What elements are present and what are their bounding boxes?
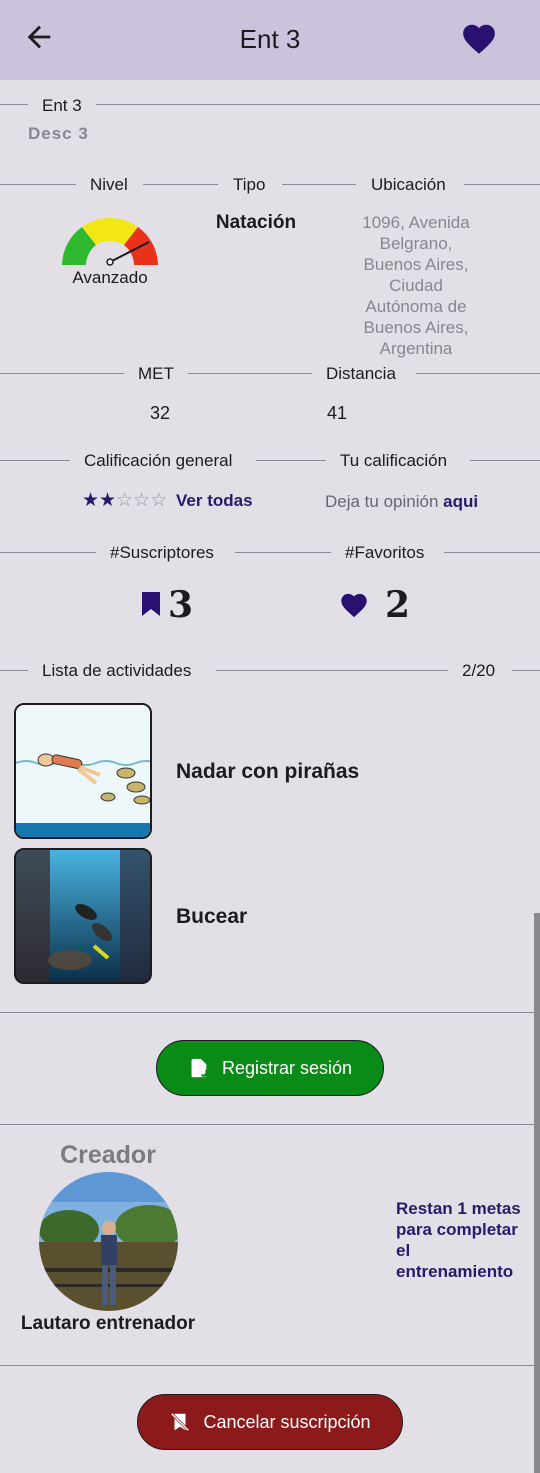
divider <box>143 184 218 185</box>
rating-stars: ★★☆☆☆ <box>82 489 167 512</box>
favoritos-label: #Favoritos <box>345 543 425 562</box>
activity-name[interactable]: Bucear <box>176 905 247 929</box>
level-gauge-icon <box>62 217 158 266</box>
ver-todas-link[interactable]: Ver todas <box>176 491 253 511</box>
divider <box>0 1365 540 1366</box>
distancia-value: 41 <box>327 403 348 423</box>
divider <box>464 184 540 185</box>
remaining-goals-text: Restan 1 metas para completar el entrena… <box>396 1199 521 1281</box>
suscriptores-count: 3 <box>168 584 194 626</box>
register-session-label: Registrar sesión <box>221 1057 353 1078</box>
tipo-value: Natación <box>215 212 297 233</box>
document-check-icon <box>191 1058 208 1078</box>
divider <box>0 373 124 374</box>
cancel-subscription-label: Cancelar suscripción <box>203 1411 371 1432</box>
nivel-label: Nivel <box>90 175 128 194</box>
calificacion-general-label: Calificación general <box>84 451 233 470</box>
divider <box>96 104 540 105</box>
avatar[interactable] <box>39 1172 178 1311</box>
distancia-label: Distancia <box>326 364 396 383</box>
swimmer-illustration-icon <box>16 705 150 837</box>
divider <box>216 670 448 671</box>
diver-photo-icon <box>16 850 150 982</box>
activities-count: 2/20 <box>462 661 496 680</box>
suscriptores-label: #Suscriptores <box>110 543 214 562</box>
divider <box>0 1012 540 1013</box>
tipo-label: Tipo <box>233 175 266 194</box>
activities-label: Lista de actividades <box>42 661 192 680</box>
divider <box>0 1124 540 1125</box>
activity-thumbnail[interactable] <box>14 703 152 839</box>
bookmark-icon <box>142 592 160 616</box>
your-rating-prompt: Deja tu opinión aqui <box>325 492 478 512</box>
divider <box>444 552 540 553</box>
star-filled-icon: ★ <box>99 490 117 511</box>
entrenamiento-name: Ent 3 <box>42 96 82 115</box>
creator-name: Lautaro entrenador <box>20 1313 196 1334</box>
star-empty-icon: ☆ <box>133 490 151 511</box>
heart-icon[interactable] <box>458 20 500 58</box>
star-empty-icon: ☆ <box>150 490 168 511</box>
your-rating-text: Deja tu opinión <box>325 492 439 511</box>
divider <box>0 460 70 461</box>
heart-icon <box>341 593 367 618</box>
tu-calificacion-label: Tu calificación <box>340 451 448 470</box>
met-value: 32 <box>150 403 171 423</box>
bookmark-remove-icon <box>171 1412 190 1432</box>
divider <box>0 184 76 185</box>
met-label: MET <box>138 364 174 383</box>
divider <box>0 104 28 105</box>
app-bar: Ent 3 <box>0 0 540 80</box>
ubicacion-label: Ubicación <box>371 175 446 194</box>
rate-here-link[interactable]: aqui <box>443 492 478 511</box>
scrollbar[interactable] <box>534 913 540 1473</box>
register-session-button[interactable]: Registrar sesión <box>156 1040 384 1096</box>
creator-photo-icon <box>39 1172 178 1311</box>
star-empty-icon: ☆ <box>116 490 134 511</box>
nivel-value: Avanzado <box>72 268 148 287</box>
favoritos-count: 2 <box>385 584 411 626</box>
ubicacion-value: 1096, Avenida Belgrano, Buenos Aires, Ci… <box>362 213 470 358</box>
entrenamiento-description: Desc 3 <box>28 124 89 143</box>
divider <box>0 552 96 553</box>
divider <box>235 552 331 553</box>
activity-thumbnail[interactable] <box>14 848 152 984</box>
cancel-subscription-button[interactable]: Cancelar suscripción <box>137 1394 403 1450</box>
divider <box>470 460 540 461</box>
divider <box>282 184 356 185</box>
divider <box>256 460 326 461</box>
divider <box>512 670 540 671</box>
divider <box>188 373 312 374</box>
star-filled-icon: ★ <box>82 490 100 511</box>
divider <box>416 373 540 374</box>
creator-title: Creador <box>60 1141 156 1169</box>
divider <box>0 670 28 671</box>
activity-name[interactable]: Nadar con pirañas <box>176 760 359 784</box>
